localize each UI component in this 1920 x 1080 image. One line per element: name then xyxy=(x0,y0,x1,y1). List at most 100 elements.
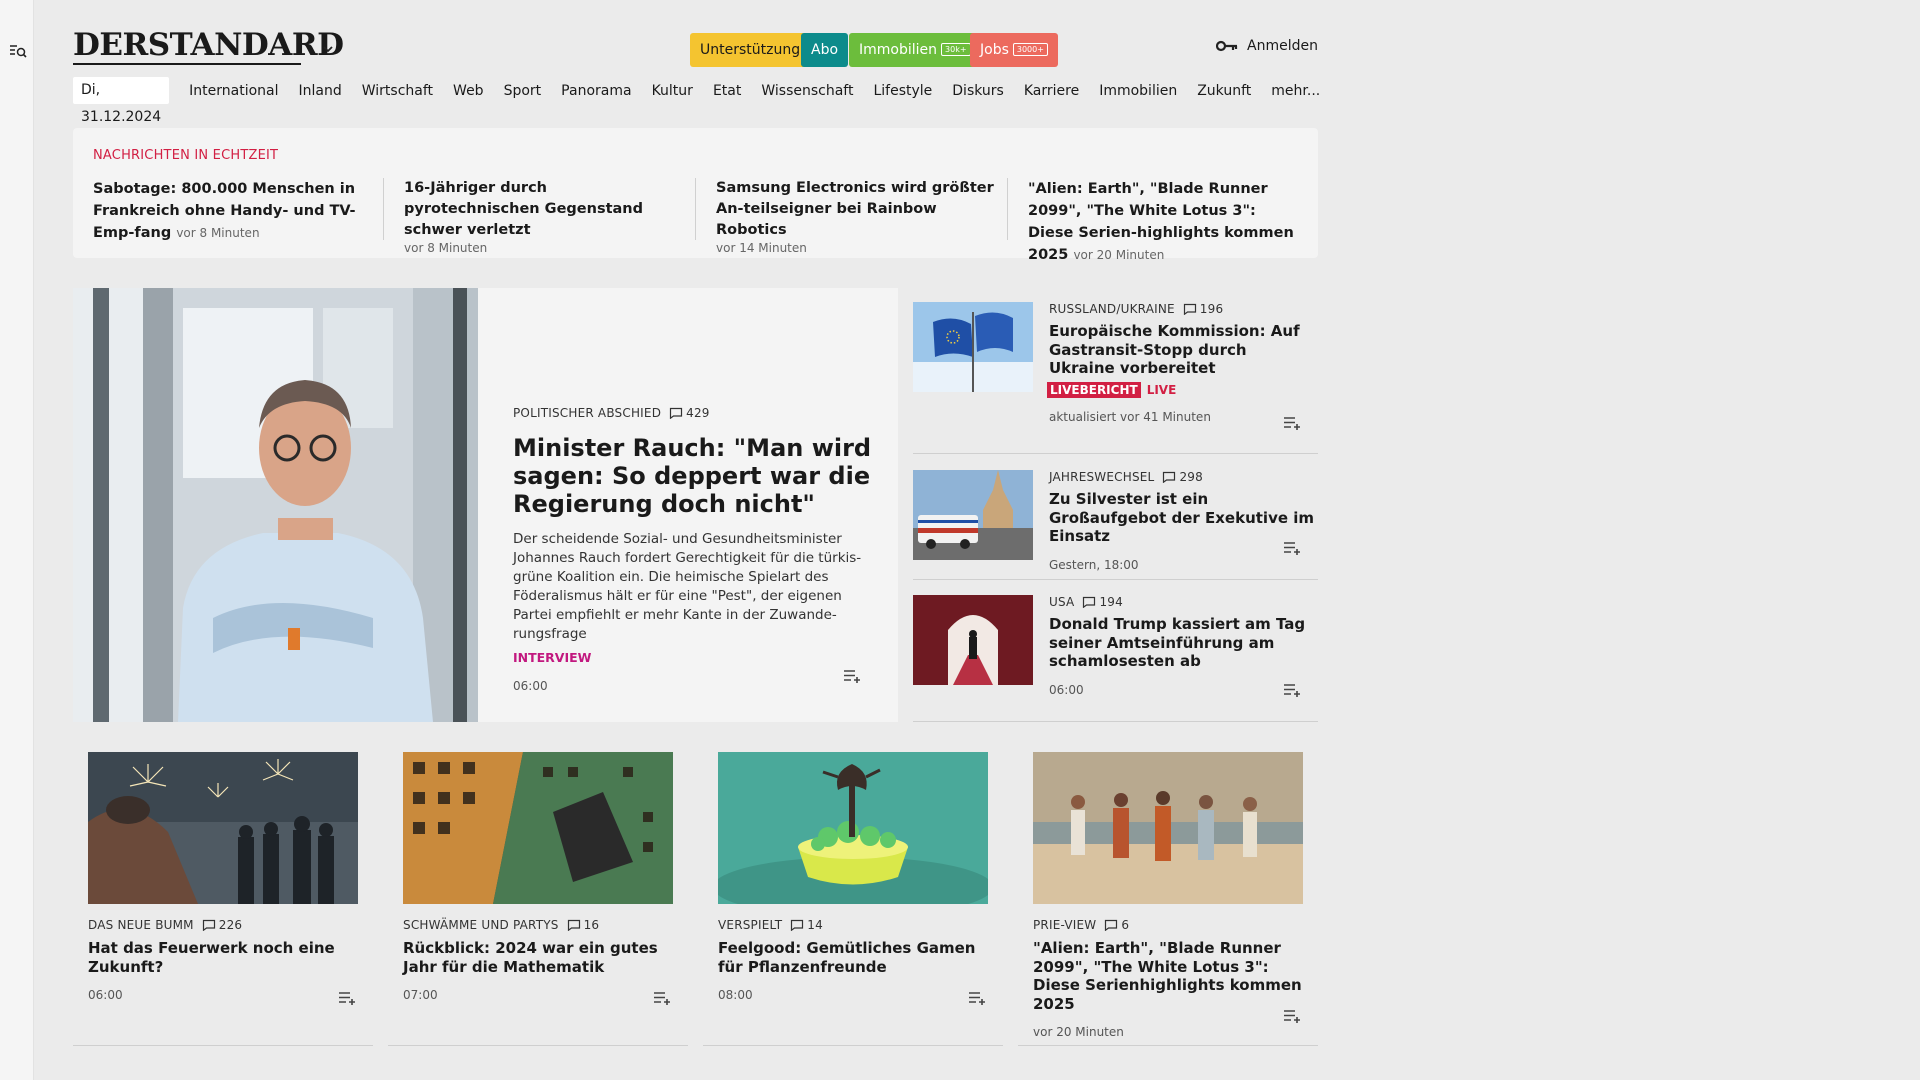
hero-kicker-label: POLITISCHER ABSCHIED xyxy=(513,406,662,420)
side-article[interactable]: JAHRESWECHSEL 298 Zu Silvester ist ein G… xyxy=(913,470,1318,580)
card-image xyxy=(403,752,673,904)
add-to-list-icon[interactable] xyxy=(843,668,863,684)
add-to-list-icon[interactable] xyxy=(653,990,673,1006)
nav-item-mehr[interactable]: mehr... xyxy=(1271,83,1320,99)
nav-item-diskurs[interactable]: Diskurs xyxy=(952,83,1004,99)
card-kicker: PRIE-VIEW 6 xyxy=(1033,918,1305,932)
ticker-item[interactable]: Sabotage: 800.000 Menschen in Frankreich… xyxy=(93,178,378,241)
login-button[interactable]: Anmelden xyxy=(1216,38,1318,54)
comment-count: 196 xyxy=(1199,302,1224,316)
logo[interactable]: DERSTANDARD xyxy=(73,30,344,61)
comment-count: 226 xyxy=(218,918,243,932)
article-card[interactable]: SCHWÄMME UND PARTYS 16 Rückblick: 2024 w… xyxy=(388,752,688,1046)
side-kicker: JAHRESWECHSEL 298 xyxy=(1049,470,1314,484)
interview-label: INTERVIEW xyxy=(513,650,592,665)
live-row: LIVEBERICHT LIVE xyxy=(1047,381,1314,398)
comment-icon xyxy=(669,407,683,419)
add-to-list-icon[interactable] xyxy=(1283,682,1303,698)
left-rail xyxy=(0,0,34,1080)
article-thumbnail xyxy=(913,470,1033,560)
kicker-label: VERSPIELT xyxy=(718,918,783,932)
card-title[interactable]: Hat das Feuerwerk noch eine Zukunft? xyxy=(88,939,360,976)
article-thumbnail xyxy=(913,302,1033,392)
chevron-down-icon[interactable] xyxy=(321,42,335,56)
comment-count: 429 xyxy=(686,406,710,420)
side-comments[interactable]: 298 xyxy=(1162,470,1203,484)
side-time: Gestern, 18:00 xyxy=(1049,557,1139,572)
nav-item-karriere[interactable]: Karriere xyxy=(1024,83,1079,99)
immobilien-label: Immobilien xyxy=(859,42,938,58)
hero-article[interactable]: POLITISCHER ABSCHIED 429 Minister Rauch:… xyxy=(73,288,898,722)
card-title[interactable]: Feelgood: Gemütliches Gamen für Pflanzen… xyxy=(718,939,990,976)
nav-item-wissenschaft[interactable]: Wissenschaft xyxy=(761,83,853,99)
hero-title[interactable]: Minister Rauch: "Man wird sagen: So depp… xyxy=(513,434,873,518)
add-to-list-icon[interactable] xyxy=(1283,1008,1303,1024)
jobs-label: Jobs xyxy=(980,42,1009,58)
side-title[interactable]: Europäische Kommission: Auf Gastransit-S… xyxy=(1049,322,1314,378)
card-comments[interactable]: 14 xyxy=(790,918,823,932)
add-to-list-icon[interactable] xyxy=(1283,415,1303,431)
nav-item-etat[interactable]: Etat xyxy=(713,83,741,99)
ticker-headline: 16-Jähriger durch pyrotechnischen Gegens… xyxy=(404,180,643,238)
card-text: PRIE-VIEW 6 "Alien: Earth", "Blade Runne… xyxy=(1033,918,1305,1039)
ticker-time: vor 8 Minuten xyxy=(404,241,488,255)
card-time: 06:00 xyxy=(88,988,123,1002)
card-comments[interactable]: 16 xyxy=(567,918,600,932)
ticker-item[interactable]: "Alien: Earth", "Blade Runner 2099", "Th… xyxy=(1007,178,1307,263)
hero-comments[interactable]: 429 xyxy=(669,406,710,420)
card-image xyxy=(88,752,358,904)
nav-item-international[interactable]: International xyxy=(189,83,278,99)
side-article[interactable]: RUSSLAND/UKRAINE 196 Europäische Kommiss… xyxy=(913,302,1318,454)
comment-icon xyxy=(567,919,581,931)
hero-time: 06:00 xyxy=(513,679,548,693)
support-button[interactable]: Unterstützung xyxy=(690,33,811,67)
side-kicker: RUSSLAND/UKRAINE 196 xyxy=(1049,302,1314,316)
side-text: RUSSLAND/UKRAINE 196 Europäische Kommiss… xyxy=(1047,302,1314,424)
side-comments[interactable]: 196 xyxy=(1183,302,1224,316)
ticker-item[interactable]: 16-Jähriger durch pyrotechnischen Gegens… xyxy=(383,178,695,255)
add-to-list-icon[interactable] xyxy=(1283,540,1303,556)
immobilien-button[interactable]: Immobilien 30k+ xyxy=(849,33,981,67)
nav-item-sport[interactable]: Sport xyxy=(504,83,542,99)
nav-item-immobilien[interactable]: Immobilien xyxy=(1099,83,1177,99)
side-title[interactable]: Donald Trump kassiert am Tag seiner Amts… xyxy=(1049,615,1314,671)
live-ticker: NACHRICHTEN IN ECHTZEIT Sabotage: 800.00… xyxy=(73,128,1318,263)
jobs-badge: 3000+ xyxy=(1012,43,1048,56)
menu-search-icon[interactable] xyxy=(9,43,27,59)
nav-item-wirtschaft[interactable]: Wirtschaft xyxy=(362,83,433,99)
nav-item-web[interactable]: Web xyxy=(453,83,484,99)
nav-item-inland[interactable]: Inland xyxy=(299,83,342,99)
ticker-time: vor 8 Minuten xyxy=(176,226,260,240)
comment-icon xyxy=(1183,303,1197,315)
side-kicker: USA 194 xyxy=(1049,595,1314,609)
ticker-item[interactable]: Samsung Electronics wird größter An-teil… xyxy=(695,178,1007,255)
kicker-label: USA xyxy=(1049,595,1075,609)
comment-count: 6 xyxy=(1121,918,1130,932)
nav-item-panorama[interactable]: Panorama xyxy=(561,83,631,99)
nav-item-zukunft[interactable]: Zukunft xyxy=(1197,83,1251,99)
card-comments[interactable]: 226 xyxy=(202,918,243,932)
article-thumbnail xyxy=(913,595,1033,685)
side-article[interactable]: USA 194 Donald Trump kassiert am Tag sei… xyxy=(913,595,1318,722)
abo-button[interactable]: Abo xyxy=(801,33,849,67)
ticker-time: vor 14 Minuten xyxy=(716,241,807,255)
card-title[interactable]: Rückblick: 2024 war ein gutes Jahr für d… xyxy=(403,939,675,976)
article-card[interactable]: VERSPIELT 14 Feelgood: Gemütliches Gamen… xyxy=(703,752,1003,1046)
side-text: JAHRESWECHSEL 298 Zu Silvester ist ein G… xyxy=(1049,470,1314,572)
kicker-label: SCHWÄMME UND PARTYS xyxy=(403,918,559,932)
article-card[interactable]: DAS NEUE BUMM 226 Hat das Feuerwerk noch… xyxy=(73,752,373,1046)
add-to-list-icon[interactable] xyxy=(968,990,988,1006)
card-title[interactable]: "Alien: Earth", "Blade Runner 2099", "Th… xyxy=(1033,939,1305,1013)
jobs-button[interactable]: Jobs 3000+ xyxy=(970,33,1058,67)
side-title[interactable]: Zu Silvester ist ein Großaufgebot der Ex… xyxy=(1049,490,1314,546)
card-image xyxy=(718,752,988,904)
nav-item-kultur[interactable]: Kultur xyxy=(652,83,693,99)
nav-item-lifestyle[interactable]: Lifestyle xyxy=(873,83,932,99)
comment-icon xyxy=(1104,919,1118,931)
article-card[interactable]: PRIE-VIEW 6 "Alien: Earth", "Blade Runne… xyxy=(1018,752,1318,1046)
side-comments[interactable]: 194 xyxy=(1082,595,1123,609)
card-comments[interactable]: 6 xyxy=(1104,918,1129,932)
card-text: SCHWÄMME UND PARTYS 16 Rückblick: 2024 w… xyxy=(403,918,675,1002)
add-to-list-icon[interactable] xyxy=(338,990,358,1006)
comment-count: 16 xyxy=(583,918,600,932)
